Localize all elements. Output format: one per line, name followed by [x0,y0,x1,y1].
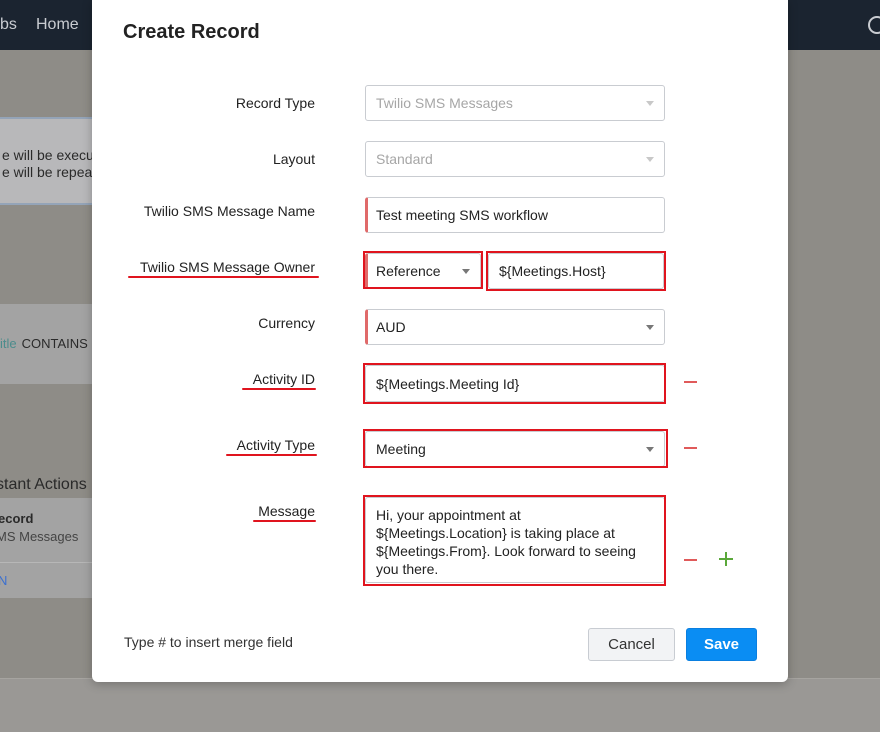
message-name-value: Test meeting SMS workflow [376,207,548,223]
record-type-value: Twilio SMS Messages [376,95,513,111]
activity-id-label: Activity ID [252,371,315,387]
chevron-down-icon [646,101,654,106]
nav-tabs-link[interactable]: bs [0,16,17,34]
condition-field: itle [0,336,17,351]
layout-label: Layout [272,151,315,167]
annotation-underline [253,520,316,522]
message-owner-label: Twilio SMS Message Owner [139,259,315,275]
divider [0,562,100,563]
activity-type-label: Activity Type [236,437,315,453]
chevron-down-icon [646,157,654,162]
remove-field-icon[interactable] [684,447,697,449]
activity-id-value: ${Meetings.Meeting Id} [376,375,520,392]
record-type-label: Record Type [235,95,315,111]
condition-text: itle CONTAINS [0,336,88,351]
create-record-dialog: Create Record Record Type Twilio SMS Mes… [92,0,788,682]
owner-value: ${Meetings.Host} [499,263,606,279]
merge-field-hint: Type # to insert merge field [124,634,293,650]
nav-home-link[interactable]: Home [36,16,79,34]
background-footer [0,678,880,732]
annotation-underline [128,276,319,278]
instant-action-link[interactable]: N [0,573,7,588]
info-line: e will be repea [2,164,93,180]
instant-action-subtitle: MS Messages [0,529,79,544]
chevron-down-icon [646,325,654,330]
owner-type-select[interactable]: Reference [365,253,481,289]
chevron-down-icon [462,269,470,274]
remove-field-icon[interactable] [684,559,697,561]
background-info-box: e will be execu e will be repea [0,117,104,205]
activity-type-value: Meeting [376,441,426,457]
record-type-select[interactable]: Twilio SMS Messages [365,85,665,121]
annotation-underline [242,388,316,390]
save-button[interactable]: Save [686,628,757,661]
message-name-input[interactable]: Test meeting SMS workflow [365,197,665,233]
owner-value-input[interactable]: ${Meetings.Host} [488,253,664,289]
chevron-down-icon [646,447,654,452]
currency-select[interactable]: AUD [365,309,665,345]
activity-id-input[interactable]: ${Meetings.Meeting Id} [365,365,665,402]
condition-operator: CONTAINS [21,336,88,351]
layout-select[interactable]: Standard [365,141,665,177]
activity-type-select[interactable]: Meeting [365,431,665,467]
message-value: Hi, your appointment at ${Meetings.Locat… [376,507,636,577]
background-condition-box: itle CONTAINS [0,304,100,384]
info-line: e will be execu [2,147,94,163]
annotation-underline [226,454,317,456]
message-label: Message [258,503,315,519]
currency-label: Currency [258,315,315,331]
add-field-icon[interactable] [719,552,733,566]
owner-type-value: Reference [376,263,441,279]
layout-value: Standard [376,151,433,167]
currency-value: AUD [376,319,406,335]
dialog-title: Create Record [123,21,260,43]
cancel-button[interactable]: Cancel [588,628,675,661]
instant-action-card: ecord MS Messages N [0,498,100,598]
remove-field-icon[interactable] [684,381,697,383]
message-name-label: Twilio SMS Message Name [143,203,315,219]
search-icon[interactable] [868,16,880,34]
instant-action-title: ecord [0,511,34,526]
instant-actions-heading: stant Actions [0,476,87,493]
